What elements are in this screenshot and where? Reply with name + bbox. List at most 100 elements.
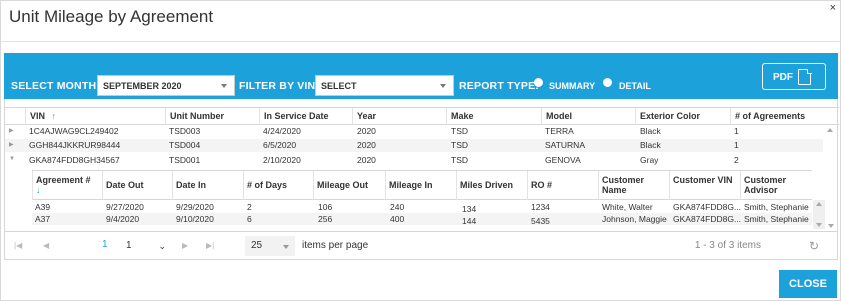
scroll-down-icon[interactable] — [828, 224, 834, 228]
expand-icon[interactable]: ▶ — [9, 141, 14, 148]
col-customer-name[interactable]: Customer Name — [598, 171, 668, 200]
col-agreement-label: Agreement # — [36, 175, 91, 185]
detail-header: Agreement # ↓ Date Out Date In # of Days… — [32, 170, 812, 200]
cell-vin: GKA874FDD8GH34567 — [29, 155, 120, 165]
cell-ro: 5435 — [531, 216, 550, 226]
cell-mileage-out: 106 — [318, 202, 333, 212]
page-size-select[interactable]: 25 — [245, 236, 295, 256]
month-select[interactable]: SEPTEMBER 2020 — [97, 75, 235, 96]
scroll-down-icon[interactable] — [816, 223, 822, 227]
first-page-icon[interactable]: |◀ — [14, 241, 22, 250]
collapse-icon[interactable]: ▼ — [9, 156, 15, 162]
cell-miles-driven: 144 — [462, 216, 477, 226]
col-date-in[interactable]: Date In — [172, 171, 243, 200]
table-row[interactable]: ▶ 1C4AJWAG9CL249402 TSD003 4/24/2020 202… — [5, 125, 823, 138]
cell-mileage-in: 240 — [390, 202, 405, 212]
cell-unit: TSD004 — [169, 140, 201, 150]
detail-radio-label: DETAIL — [619, 81, 651, 91]
cell-advisor: Smith, Stephanie — [744, 202, 809, 212]
table-row[interactable]: A37 9/4/2020 9/10/2020 6 256 400 144 543… — [32, 213, 812, 226]
table-row[interactable]: ▼ GKA874FDD8GH34567 TSD001 2/10/2020 202… — [5, 154, 823, 167]
col-mileage-in[interactable]: Mileage In — [385, 171, 456, 200]
cell-days: 2 — [247, 202, 252, 212]
cell-color: Gray — [640, 155, 659, 165]
document-icon — [798, 68, 812, 85]
col-vin-label: VIN — [30, 111, 46, 121]
cell-date-out: 9/4/2020 — [106, 214, 140, 224]
col-customer-vin[interactable]: Customer VIN — [669, 171, 740, 200]
cell-year: 2020 — [357, 155, 376, 165]
month-label: SELECT MONTH: — [11, 80, 100, 92]
cell-date: 6/5/2020 — [263, 140, 297, 150]
detail-scrollbar[interactable] — [813, 200, 825, 229]
col-year[interactable]: Year — [352, 108, 446, 125]
cell-make: TSD — [451, 155, 468, 165]
cell-date-in: 9/29/2020 — [176, 202, 214, 212]
close-icon[interactable]: × — [830, 1, 836, 15]
unit-mileage-dialog: Unit Mileage by Agreement × SELECT MONTH… — [0, 0, 841, 301]
page-size-value: 25 — [251, 240, 263, 251]
cell-agreement: A37 — [35, 214, 51, 224]
items-per-page-label: items per page — [302, 240, 369, 251]
cell-date-in: 9/10/2020 — [176, 214, 214, 224]
cell-make: TSD — [451, 126, 468, 136]
col-mileage-out[interactable]: Mileage Out — [313, 171, 385, 200]
col-unit-number[interactable]: Unit Number — [165, 108, 259, 125]
cell-agreements: 1 — [734, 140, 739, 150]
refresh-icon[interactable]: ↻ — [809, 239, 819, 253]
vin-filter-label: FILTER BY VIN: — [239, 80, 319, 92]
col-in-service-date[interactable]: In Service Date — [259, 108, 352, 125]
last-page-icon[interactable]: ▶| — [206, 241, 214, 250]
cell-color: Black — [640, 140, 661, 150]
col-model[interactable]: Model — [541, 108, 635, 125]
pager: |◀ ◀ 1 1 ⌄ ▶ ▶| 25 items per page 1 - 3 … — [4, 232, 838, 260]
col-date-out[interactable]: Date Out — [102, 171, 172, 200]
vin-select[interactable]: SELECT — [315, 75, 454, 96]
grid-scrollbar[interactable] — [824, 125, 837, 169]
close-button[interactable]: CLOSE — [779, 270, 837, 298]
col-agreement-number[interactable]: Agreement # ↓ — [32, 171, 102, 200]
table-row[interactable]: ▶ GGH844JKKRUR98444 TSD004 6/5/2020 2020… — [5, 139, 823, 152]
col-days[interactable]: # of Days — [243, 171, 313, 200]
cell-mileage-in: 400 — [390, 214, 405, 224]
page-select-value: 1 — [126, 240, 132, 251]
cell-agreement: A39 — [35, 202, 51, 212]
prev-page-icon[interactable]: ◀ — [43, 241, 49, 250]
col-customer-advisor[interactable]: Customer Advisor — [740, 171, 812, 200]
grid-header: VIN ↑ Unit Number In Service Date Year M… — [5, 107, 839, 125]
col-vin[interactable]: VIN ↑ — [25, 108, 165, 125]
detail-radio[interactable] — [603, 78, 612, 87]
summary-radio[interactable] — [534, 78, 543, 87]
page-select[interactable]: 1 ⌄ — [120, 236, 170, 256]
pdf-button-label: PDF — [773, 72, 793, 83]
cell-advisor: Smith, Stephanie — [744, 214, 809, 224]
next-page-icon[interactable]: ▶ — [182, 241, 188, 250]
cell-days: 6 — [247, 214, 252, 224]
cell-date-out: 9/27/2020 — [106, 202, 144, 212]
expand-icon[interactable]: ▶ — [9, 127, 14, 134]
cell-model: SATURNA — [545, 140, 585, 150]
table-row[interactable]: A39 9/27/2020 9/29/2020 2 106 240 134 12… — [32, 201, 812, 214]
cell-model: TERRA — [545, 126, 574, 136]
col-exterior-color[interactable]: Exterior Color — [635, 108, 730, 125]
cell-date: 2/10/2020 — [263, 155, 301, 165]
chevron-down-icon: ⌄ — [158, 241, 166, 251]
col-ro-number[interactable]: RO # — [527, 171, 598, 200]
cell-customer: Johnson, Maggie — [602, 214, 667, 224]
cell-customer: White, Walter — [602, 202, 653, 212]
sort-desc-icon: ↓ — [36, 185, 41, 195]
cell-customer-vin: GKA874FDD8G... — [673, 202, 742, 212]
cell-vin: 1C4AJWAG9CL249402 — [29, 126, 119, 136]
scroll-up-icon[interactable] — [816, 202, 822, 206]
cell-ro: 1234 — [531, 202, 550, 212]
agreement-detail-grid: Agreement # ↓ Date Out Date In # of Days… — [32, 170, 825, 230]
cell-color: Black — [640, 126, 661, 136]
current-page[interactable]: 1 — [102, 239, 108, 250]
scroll-up-icon[interactable] — [827, 128, 833, 132]
cell-mileage-out: 256 — [318, 214, 333, 224]
pdf-button[interactable]: PDF — [762, 63, 826, 90]
sort-asc-icon: ↑ — [51, 111, 57, 121]
col-miles-driven[interactable]: Miles Driven — [456, 171, 527, 200]
col-make[interactable]: Make — [446, 108, 541, 125]
col-agreements[interactable]: # of Agreements — [730, 108, 825, 125]
